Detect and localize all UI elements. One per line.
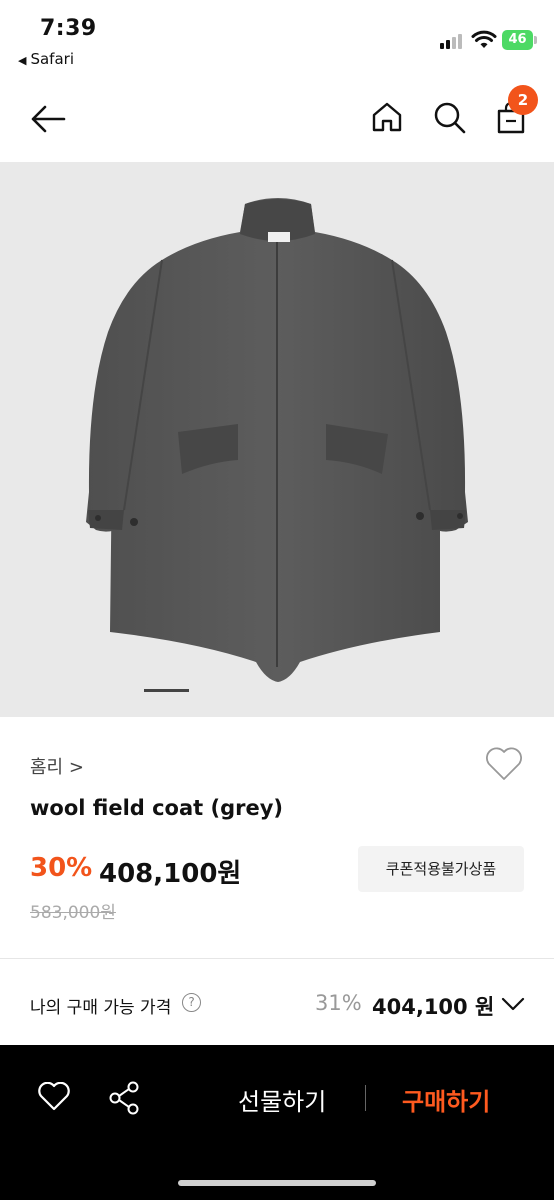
wifi-icon (471, 30, 497, 48)
status-bar: 7:39 ◀ Safari 46 (0, 0, 554, 80)
product-title: wool field coat (grey) (30, 796, 284, 820)
coupon-unavailable-badge: 쿠폰적용불가상품 (358, 846, 524, 892)
chevron-down-icon[interactable] (500, 995, 526, 1013)
bottom-action-bar: 선물하기 구매하기 (0, 1045, 554, 1200)
discount-rate: 30% (30, 853, 93, 883)
gift-button[interactable]: 선물하기 (238, 1082, 326, 1117)
carousel-page-indicator (144, 689, 189, 692)
brand-link[interactable]: 홈리 > (30, 753, 84, 779)
heart-icon[interactable] (484, 746, 524, 782)
home-icon[interactable] (371, 101, 403, 133)
help-icon[interactable]: ? (182, 993, 201, 1012)
battery-level: 46 (508, 32, 527, 47)
back-app-label: Safari (30, 50, 74, 68)
status-time: 7:39 (40, 16, 97, 41)
back-triangle-icon: ◀ (18, 54, 27, 67)
section-divider (0, 958, 554, 959)
button-separator (365, 1085, 366, 1111)
cellular-signal-icon (440, 33, 466, 49)
buy-button[interactable]: 구매하기 (402, 1082, 490, 1117)
wishlist-heart-icon[interactable] (37, 1082, 71, 1112)
home-indicator[interactable] (178, 1180, 376, 1186)
cart-count-badge: 2 (508, 85, 538, 115)
coat-product-image (86, 198, 468, 682)
product-image-carousel[interactable] (0, 162, 554, 717)
search-icon[interactable] (433, 101, 467, 135)
my-price-label: 나의 구매 가능 가격 (30, 998, 172, 1018)
original-price: 583,000원 (30, 903, 116, 923)
battery-icon: 46 (502, 30, 538, 50)
my-discount-rate: 31% (315, 991, 362, 1015)
top-nav-bar (0, 80, 554, 162)
sale-price: 408,100원 (99, 859, 242, 889)
arrow-left-icon[interactable] (30, 104, 66, 134)
back-to-app-link[interactable]: ◀ Safari (18, 50, 74, 68)
my-price-value[interactable]: 404,100 원 (372, 991, 494, 1021)
share-icon[interactable] (108, 1081, 140, 1115)
